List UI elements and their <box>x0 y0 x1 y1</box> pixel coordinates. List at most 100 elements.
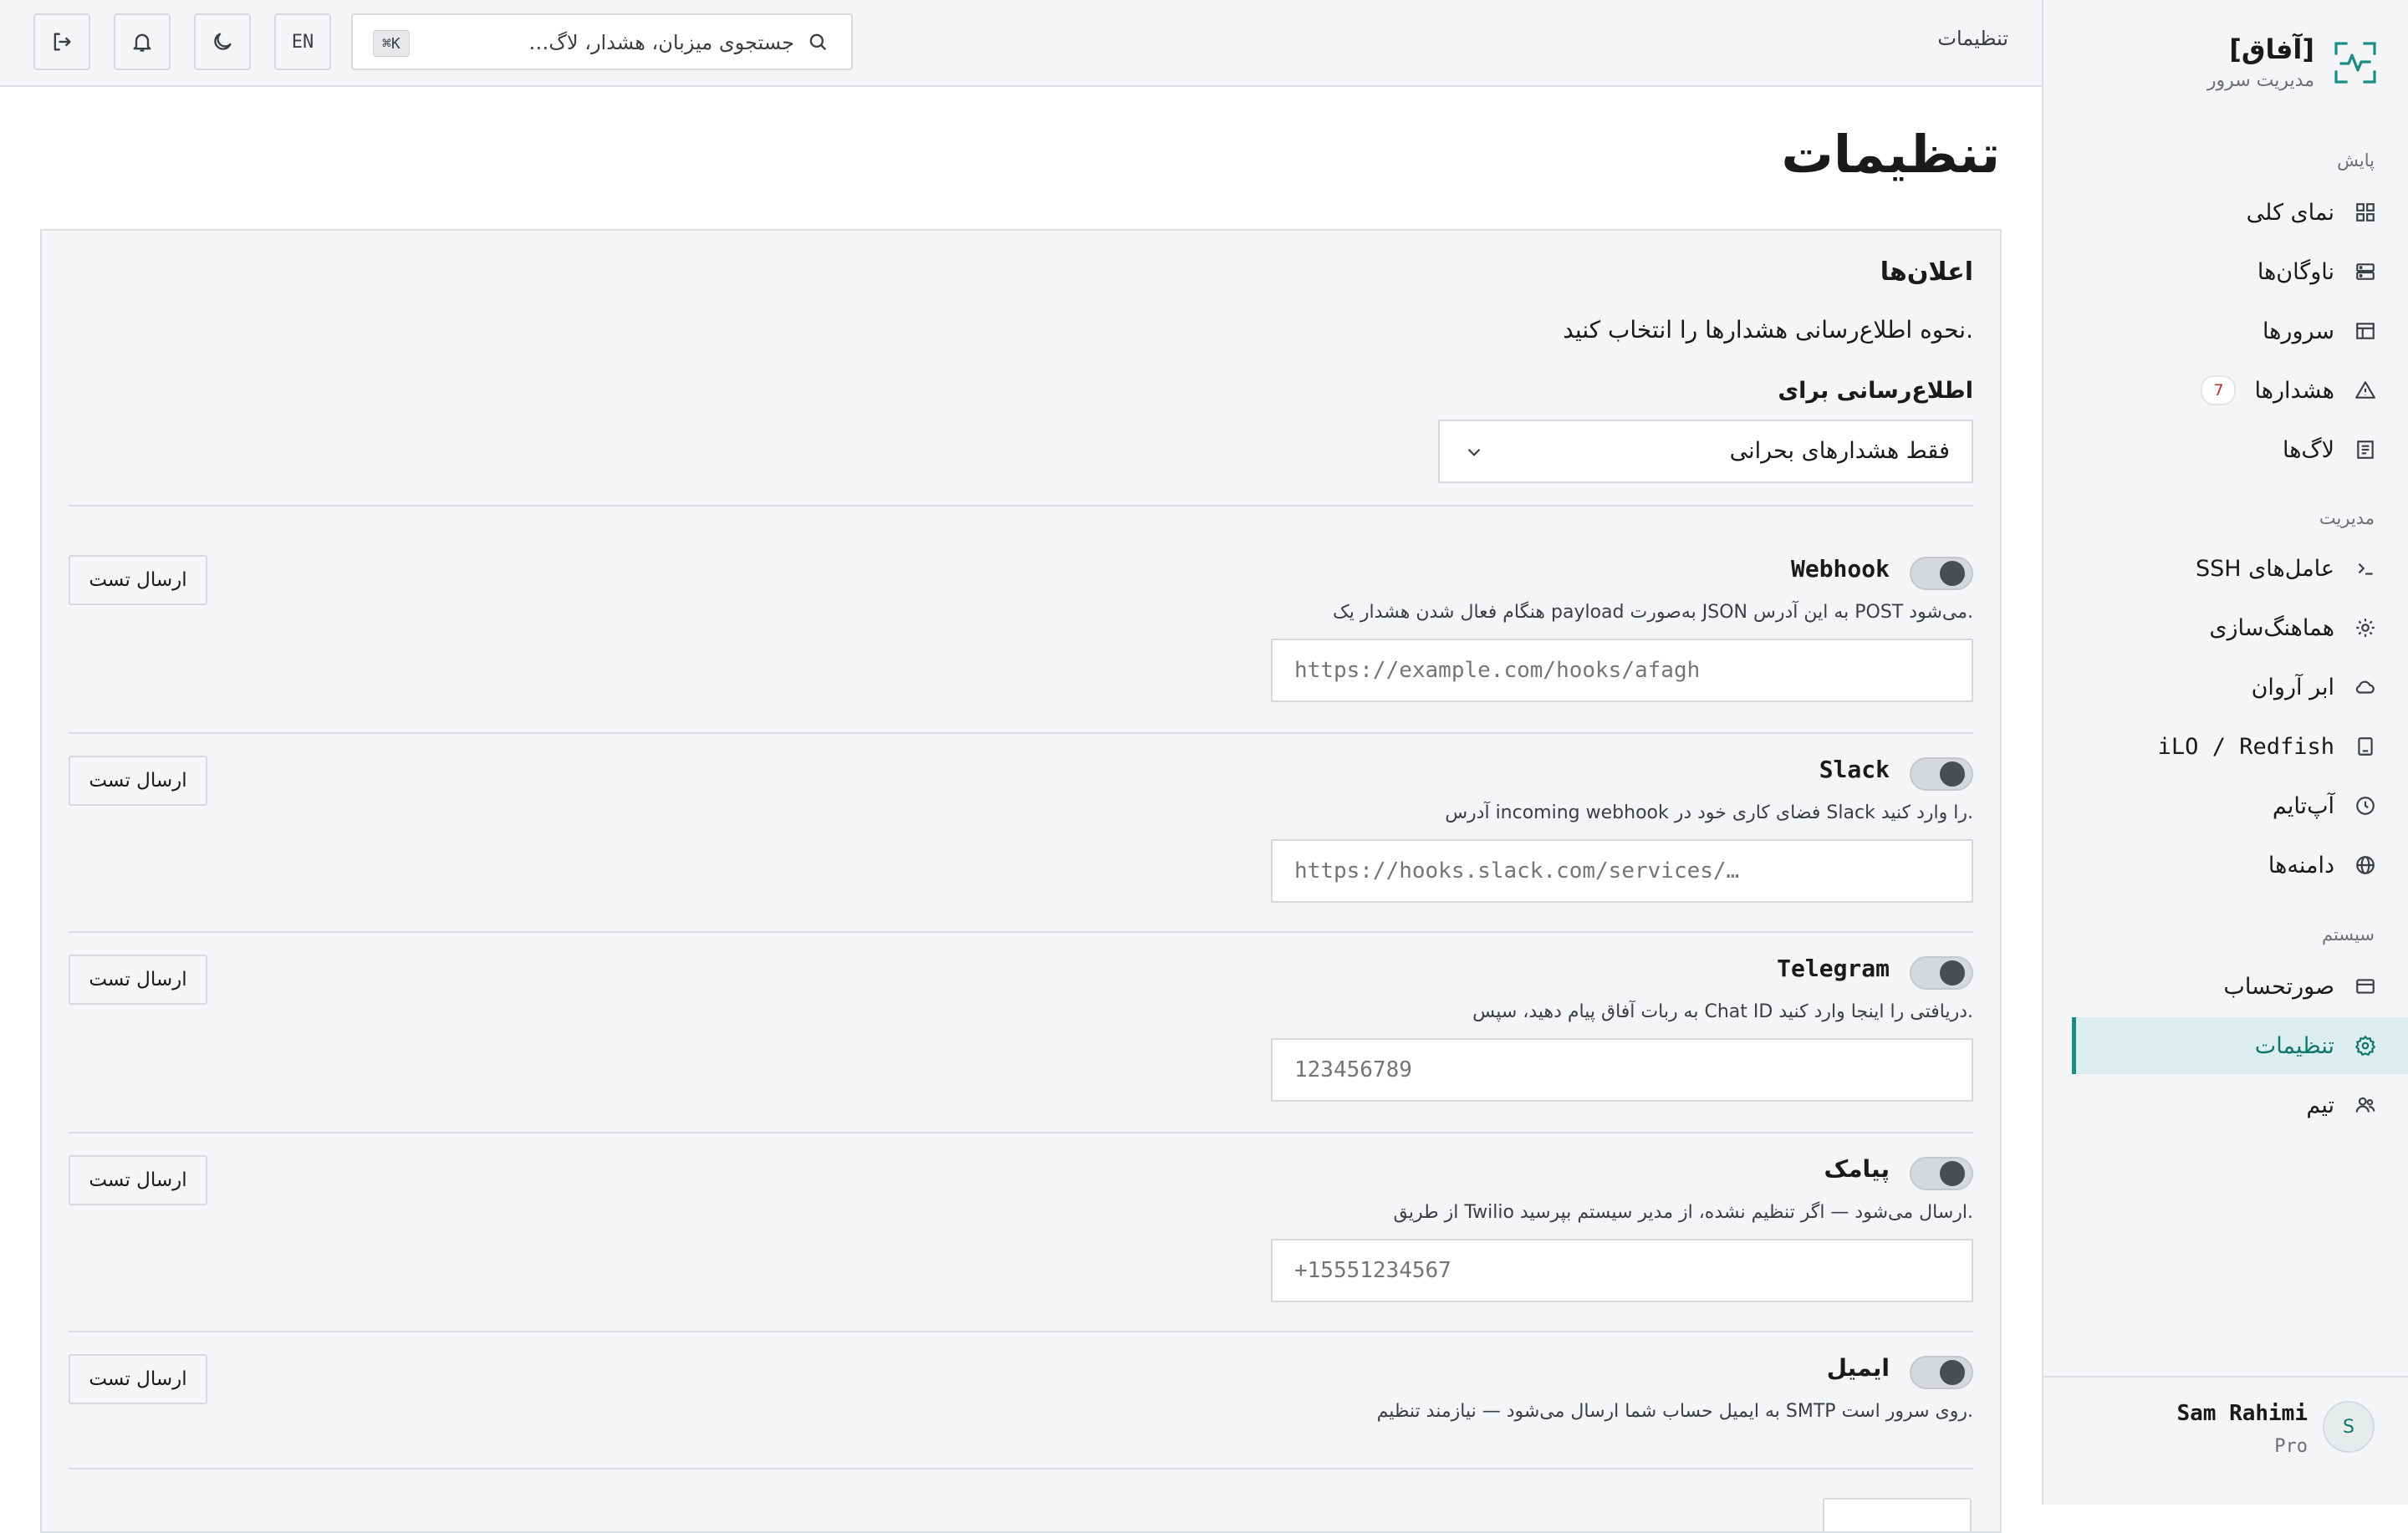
grid-icon <box>2353 200 2378 225</box>
divider <box>69 1132 1973 1133</box>
clock-icon <box>2353 793 2378 818</box>
brand-subtitle: مدیریت سرور <box>2206 70 2314 91</box>
theme-toggle-button[interactable] <box>194 13 251 70</box>
breadcrumb: تنظیمات <box>1937 27 2008 50</box>
send-test-button[interactable]: ارسال تست <box>69 955 207 1005</box>
notify-for-value: فقط هشدارهای بحرانی <box>1729 438 1950 464</box>
sync-gear-icon <box>2353 615 2378 640</box>
telegram-toggle[interactable] <box>1910 956 1973 990</box>
send-test-button[interactable]: ارسال تست <box>69 756 207 806</box>
toggle-knob <box>1940 761 1965 787</box>
shortcut-hint: ⌘K <box>373 30 410 57</box>
sidebar-item-domains[interactable]: دامنه‌ها <box>2075 837 2408 894</box>
topbar: تنظیمات ⌘K EN <box>0 0 2042 87</box>
channel-description: از طریق Twilio ارسال می‌شود — اگر تنظیم … <box>1393 1202 1973 1223</box>
sidebar-item-label: لاگ‌ها <box>2282 436 2334 463</box>
webhook-toggle[interactable] <box>1910 557 1973 590</box>
alerts-count-badge: 7 <box>2201 375 2237 405</box>
globe-icon <box>2353 853 2378 878</box>
send-test-button[interactable]: ارسال تست <box>69 1354 207 1404</box>
channel-name: پیامک <box>1824 1155 1890 1183</box>
sidebar-item-alerts[interactable]: هشدارها 7 <box>2075 362 2408 419</box>
brand[interactable]: [آفاق] مدیریت سرور <box>2207 33 2378 91</box>
slack-toggle[interactable] <box>1910 757 1973 791</box>
terminal-icon <box>2353 556 2378 581</box>
nav-section-monitoring: پایش <box>2337 150 2375 171</box>
sidebar-item-arvan-cloud[interactable]: ابر آروان <box>2075 659 2408 716</box>
sidebar-item-label: نمای کلی <box>2246 199 2334 226</box>
device-icon <box>2353 734 2378 759</box>
channel-email: ایمیل به ایمیل حساب شما ارسال می‌شود — ن… <box>69 1354 1973 1480</box>
sms-toggle[interactable] <box>1910 1157 1973 1190</box>
bell-icon <box>130 30 154 53</box>
sidebar-item-label: عامل‌های SSH <box>2195 555 2334 582</box>
toggle-knob <box>1940 1161 1965 1186</box>
save-button[interactable] <box>1823 1498 1972 1531</box>
sms-phone-input[interactable] <box>1271 1239 1973 1302</box>
notifications-card: اعلان‌ها نحوه اطلاع‌رسانی هشدارها را انت… <box>40 229 2002 1533</box>
send-test-button[interactable]: ارسال تست <box>69 555 207 605</box>
divider <box>69 1468 1973 1469</box>
channel-name: Slack <box>1819 756 1890 783</box>
sidebar-item-label: ناوگان‌ها <box>2257 258 2334 285</box>
channel-description: به ربات آفاق پیام دهید، سپس Chat ID دریا… <box>1472 1001 1973 1022</box>
sidebar-item-overview[interactable]: نمای کلی <box>2075 184 2408 241</box>
cloud-icon <box>2353 675 2378 700</box>
send-test-button[interactable]: ارسال تست <box>69 1155 207 1205</box>
nav-section-system: سیستم <box>2322 924 2375 945</box>
toggle-knob <box>1940 1360 1965 1385</box>
channel-description: هنگام فعال شدن هشدار یک payload به‌صورت … <box>1333 602 1973 623</box>
server-stack-icon <box>2353 259 2378 284</box>
moon-icon <box>211 30 234 53</box>
email-toggle[interactable] <box>1910 1356 1973 1389</box>
sidebar-item-ilo-redfish[interactable]: iLO / Redfish <box>2075 718 2408 775</box>
users-icon <box>2353 1092 2378 1118</box>
sidebar-item-label: دامنه‌ها <box>2268 852 2334 879</box>
search-box[interactable]: ⌘K <box>351 13 853 70</box>
card-title: اعلان‌ها <box>1880 257 1973 287</box>
sidebar-item-ssh-agents[interactable]: عامل‌های SSH <box>2075 540 2408 597</box>
sidebar-item-sync[interactable]: هماهنگ‌سازی <box>2075 599 2408 656</box>
sidebar-item-servers[interactable]: سرورها <box>2075 303 2408 359</box>
main-content: تنظیمات اعلان‌ها نحوه اطلاع‌رسانی هشداره… <box>0 87 2042 1533</box>
divider <box>69 732 1973 734</box>
sidebar-item-settings[interactable]: تنظیمات <box>2072 1017 2408 1074</box>
alert-triangle-icon <box>2353 378 2378 403</box>
channel-slack: Slack آدرس incoming webhook فضای کاری خو… <box>69 756 1973 940</box>
webhook-url-input[interactable] <box>1271 639 1973 702</box>
divider <box>69 505 1973 507</box>
credit-card-icon <box>2353 974 2378 999</box>
sidebar: [آفاق] مدیریت سرور پایش نمای کلی ناوگان‌… <box>2042 0 2408 1505</box>
sidebar-item-label: هماهنگ‌سازی <box>2209 614 2334 641</box>
divider <box>69 931 1973 933</box>
user-plan: Pro <box>2274 1436 2308 1457</box>
sidebar-item-fleets[interactable]: ناوگان‌ها <box>2075 243 2408 300</box>
channel-telegram: Telegram به ربات آفاق پیام دهید، سپس Cha… <box>69 955 1973 1138</box>
channel-sms: پیامک از طریق Twilio ارسال می‌شود — اگر … <box>69 1155 1973 1339</box>
sidebar-item-logs[interactable]: لاگ‌ها <box>2075 421 2408 478</box>
sidebar-item-label: تنظیمات <box>2254 1032 2334 1059</box>
notifications-button[interactable] <box>114 13 171 70</box>
notify-for-select[interactable]: فقط هشدارهای بحرانی <box>1438 420 1973 483</box>
user-profile[interactable]: S Sam Rahimi Pro <box>2042 1376 2408 1505</box>
app-root: [آفاق] مدیریت سرور پایش نمای کلی ناوگان‌… <box>0 0 2408 1533</box>
sidebar-item-label: آپ‌تایم <box>2272 792 2334 819</box>
search-input[interactable] <box>441 23 796 62</box>
chevron-down-icon <box>1463 441 1485 463</box>
avatar[interactable]: S <box>2323 1401 2375 1453</box>
language-toggle-button[interactable]: EN <box>274 13 331 70</box>
divider <box>69 1331 1973 1332</box>
telegram-chat-id-input[interactable] <box>1271 1038 1973 1102</box>
logout-button[interactable] <box>33 13 90 70</box>
channel-name: ایمیل <box>1826 1354 1890 1382</box>
sidebar-item-uptime[interactable]: آپ‌تایم <box>2075 777 2408 834</box>
channel-name: Telegram <box>1777 955 1890 982</box>
brand-name: [آفاق] <box>2229 33 2314 65</box>
table-icon <box>2353 318 2378 344</box>
card-description: نحوه اطلاع‌رسانی هشدارها را انتخاب کنید. <box>1563 316 1973 344</box>
slack-webhook-input[interactable] <box>1271 839 1973 903</box>
notify-for-label: اطلاع‌رسانی برای <box>1778 378 1973 404</box>
sidebar-item-billing[interactable]: صورتحساب <box>2075 958 2408 1015</box>
page-title: تنظیمات <box>1781 124 2000 185</box>
sidebar-item-team[interactable]: تیم <box>2075 1077 2408 1133</box>
